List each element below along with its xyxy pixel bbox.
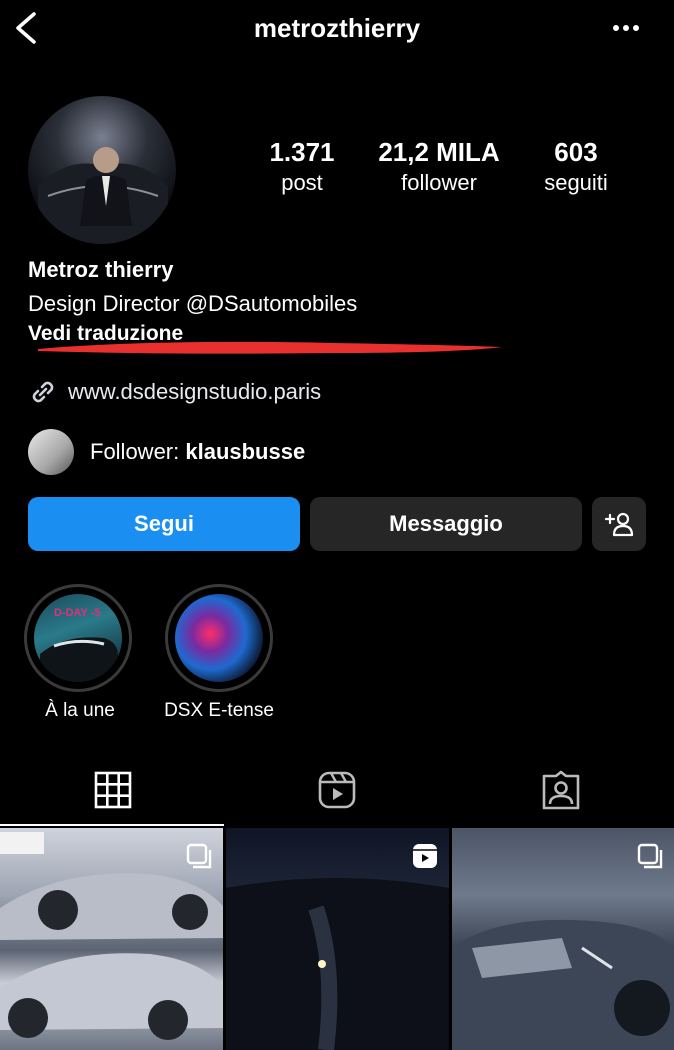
mutual-follower-row[interactable]: Follower: klausbusse bbox=[28, 428, 305, 476]
follow-button[interactable]: Segui bbox=[28, 497, 300, 551]
grid-post-3[interactable] bbox=[452, 828, 674, 1050]
profile-link-text[interactable]: www.dsdesignstudio.paris bbox=[68, 379, 321, 405]
mutual-follower-text: Follower: klausbusse bbox=[90, 439, 305, 465]
tagged-tab-icon[interactable] bbox=[541, 770, 581, 810]
highlight-thumbnail: D-DAY -5 bbox=[34, 594, 122, 682]
posts-count: 1.371 bbox=[269, 137, 335, 167]
profile-bio: Design Director @DSautomobiles bbox=[28, 291, 358, 316]
carousel-icon bbox=[637, 843, 663, 869]
profile-link[interactable]: www.dsdesignstudio.paris bbox=[28, 376, 321, 408]
highlight-label-dsx-e-tense: DSX E-tense bbox=[164, 700, 274, 721]
grid-post-1[interactable] bbox=[0, 828, 223, 1050]
suggest-people-button[interactable] bbox=[592, 497, 646, 551]
avatar-photo bbox=[38, 147, 168, 244]
stat-following[interactable]: 603 seguiti bbox=[501, 136, 651, 198]
mutual-follower-avatar bbox=[28, 429, 74, 475]
reels-icon bbox=[413, 844, 437, 868]
red-redaction-stroke bbox=[38, 341, 502, 354]
posts-label: post bbox=[281, 170, 323, 195]
highlight-label-a-la-une: À la une bbox=[45, 700, 115, 721]
following-label: seguiti bbox=[544, 170, 608, 195]
profile-username-title: metrozthierry bbox=[253, 13, 421, 43]
following-count: 603 bbox=[554, 137, 598, 167]
stat-posts[interactable]: 1.371 post bbox=[227, 136, 377, 198]
svg-text:D-DAY -5: D-DAY -5 bbox=[54, 607, 100, 619]
highlight-a-la-une[interactable]: D-DAY -5 bbox=[24, 584, 132, 692]
reels-tab-icon[interactable] bbox=[317, 770, 357, 810]
grid-post-2[interactable] bbox=[226, 828, 449, 1050]
highlight-car-image: D-DAY -5 bbox=[40, 607, 118, 682]
highlight-dsx-e-tense[interactable] bbox=[165, 584, 273, 692]
profile-name: Metroz thierry bbox=[28, 257, 174, 282]
active-tab-indicator bbox=[0, 824, 224, 826]
follower-username[interactable]: klausbusse bbox=[185, 439, 305, 464]
carousel-icon bbox=[186, 843, 212, 869]
follower-prefix: Follower: bbox=[90, 439, 186, 464]
stat-followers[interactable]: 21,2 MILA follower bbox=[364, 136, 514, 198]
followers-label: follower bbox=[401, 170, 477, 195]
highlight-thumbnail bbox=[175, 594, 263, 682]
profile-avatar[interactable] bbox=[28, 96, 176, 244]
message-button[interactable]: Messaggio bbox=[310, 497, 582, 551]
link-icon bbox=[32, 381, 54, 403]
followers-count: 21,2 MILA bbox=[378, 137, 500, 167]
more-options-icon[interactable] bbox=[608, 14, 644, 42]
grid-tab-icon[interactable] bbox=[93, 770, 133, 810]
add-person-icon bbox=[604, 512, 634, 537]
